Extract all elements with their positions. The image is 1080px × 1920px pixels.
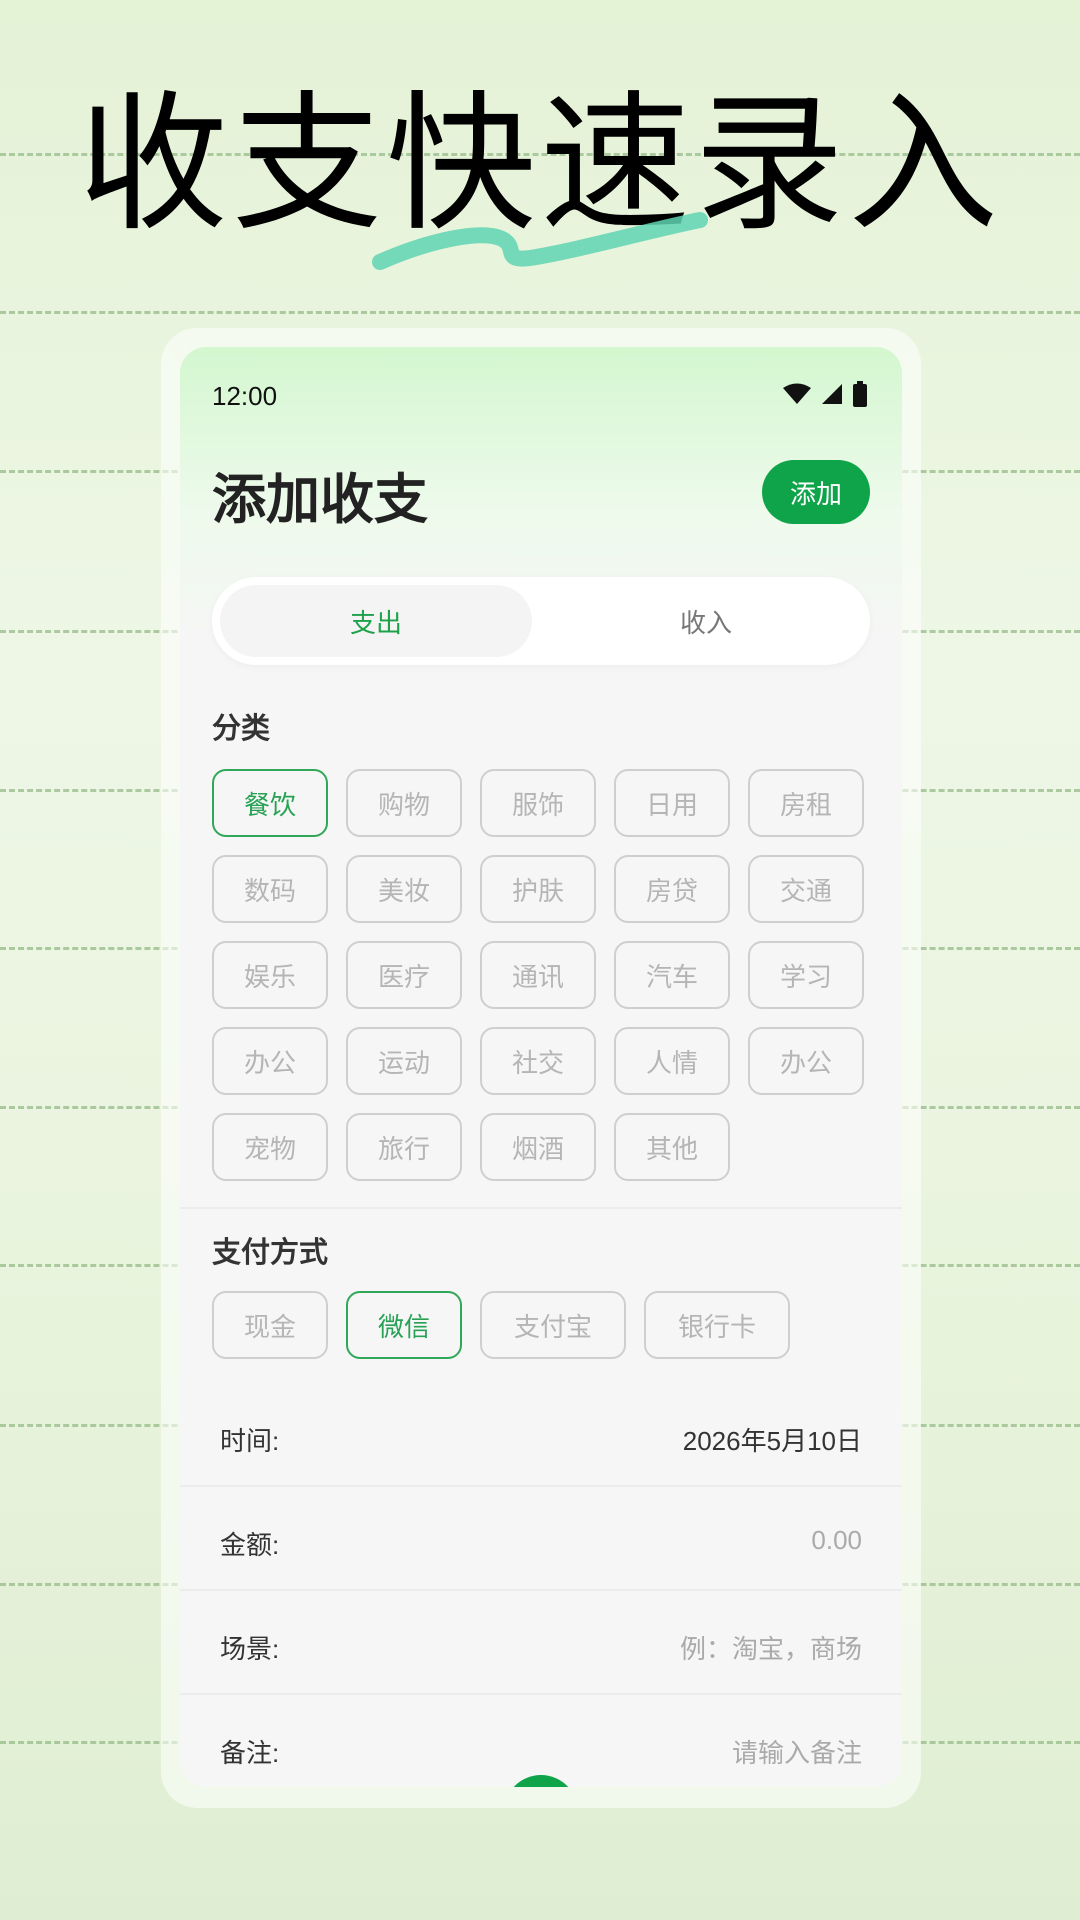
category-chip[interactable]: 通讯 bbox=[480, 941, 596, 1009]
row-divider bbox=[180, 1485, 902, 1487]
category-chip[interactable]: 交通 bbox=[748, 855, 864, 923]
wifi-icon bbox=[783, 383, 811, 404]
type-tabs: 支出 收入 bbox=[212, 577, 870, 665]
category-chip[interactable]: 护肤 bbox=[480, 855, 596, 923]
category-chip[interactable]: 餐饮 bbox=[212, 769, 328, 837]
battery-icon bbox=[853, 381, 867, 407]
category-chip[interactable]: 日用 bbox=[614, 769, 730, 837]
category-chip[interactable]: 房贷 bbox=[614, 855, 730, 923]
section-divider bbox=[180, 1207, 902, 1209]
category-chip[interactable]: 娱乐 bbox=[212, 941, 328, 1009]
category-chip[interactable]: 社交 bbox=[480, 1027, 596, 1095]
category-chip[interactable]: 美妆 bbox=[346, 855, 462, 923]
row-divider bbox=[180, 1693, 902, 1695]
category-chip[interactable]: 宠物 bbox=[212, 1113, 328, 1181]
tab-expense[interactable]: 支出 bbox=[220, 585, 532, 657]
category-chip[interactable]: 烟酒 bbox=[480, 1113, 596, 1181]
payment-chip[interactable]: 现金 bbox=[212, 1291, 328, 1359]
payment-chip[interactable]: 微信 bbox=[346, 1291, 462, 1359]
category-chip[interactable]: 办公 bbox=[212, 1027, 328, 1095]
category-chip[interactable]: 旅行 bbox=[346, 1113, 462, 1181]
amount-label: 金额: bbox=[220, 1530, 280, 1560]
signal-icon bbox=[822, 384, 842, 404]
bg-dashed-line bbox=[0, 311, 1080, 314]
amount-input[interactable]: 0.00 bbox=[811, 1525, 862, 1556]
payment-chip[interactable]: 银行卡 bbox=[644, 1291, 790, 1359]
floating-action-button[interactable] bbox=[504, 1775, 578, 1787]
category-label: 分类 bbox=[212, 713, 271, 745]
category-chip[interactable]: 汽车 bbox=[614, 941, 730, 1009]
time-value[interactable]: 2026年5月10日 bbox=[683, 1421, 862, 1458]
status-time: 12:00 bbox=[212, 381, 278, 411]
add-button[interactable]: 添加 bbox=[762, 460, 870, 524]
note-label: 备注: bbox=[220, 1738, 280, 1768]
category-chip[interactable]: 医疗 bbox=[346, 941, 462, 1009]
page-title: 添加收支 bbox=[212, 470, 428, 530]
category-chip[interactable]: 其他 bbox=[614, 1113, 730, 1181]
category-chip[interactable]: 数码 bbox=[212, 855, 328, 923]
category-chip[interactable]: 服饰 bbox=[480, 769, 596, 837]
category-chip[interactable]: 运动 bbox=[346, 1027, 462, 1095]
category-chip[interactable]: 人情 bbox=[614, 1027, 730, 1095]
time-label: 时间: bbox=[220, 1426, 280, 1456]
scene-input[interactable]: 例：淘宝，商场 bbox=[680, 1629, 862, 1666]
category-chip[interactable]: 购物 bbox=[346, 769, 462, 837]
category-chip[interactable]: 办公 bbox=[748, 1027, 864, 1095]
tab-income[interactable]: 收入 bbox=[550, 585, 862, 657]
row-divider bbox=[180, 1589, 902, 1591]
squiggle-decoration bbox=[372, 212, 708, 270]
category-chip[interactable]: 房租 bbox=[748, 769, 864, 837]
note-input[interactable]: 请输入备注 bbox=[732, 1733, 862, 1770]
payment-chip[interactable]: 支付宝 bbox=[480, 1291, 626, 1359]
app-screen: 12:00 添加收支 添加 支出 收入 分类 餐饮 购物 服饰 日用 房租 数码… bbox=[180, 347, 902, 1787]
scene-label: 场景: bbox=[220, 1634, 280, 1664]
category-chip[interactable]: 学习 bbox=[748, 941, 864, 1009]
payment-label: 支付方式 bbox=[212, 1237, 329, 1269]
status-icons bbox=[782, 381, 868, 407]
